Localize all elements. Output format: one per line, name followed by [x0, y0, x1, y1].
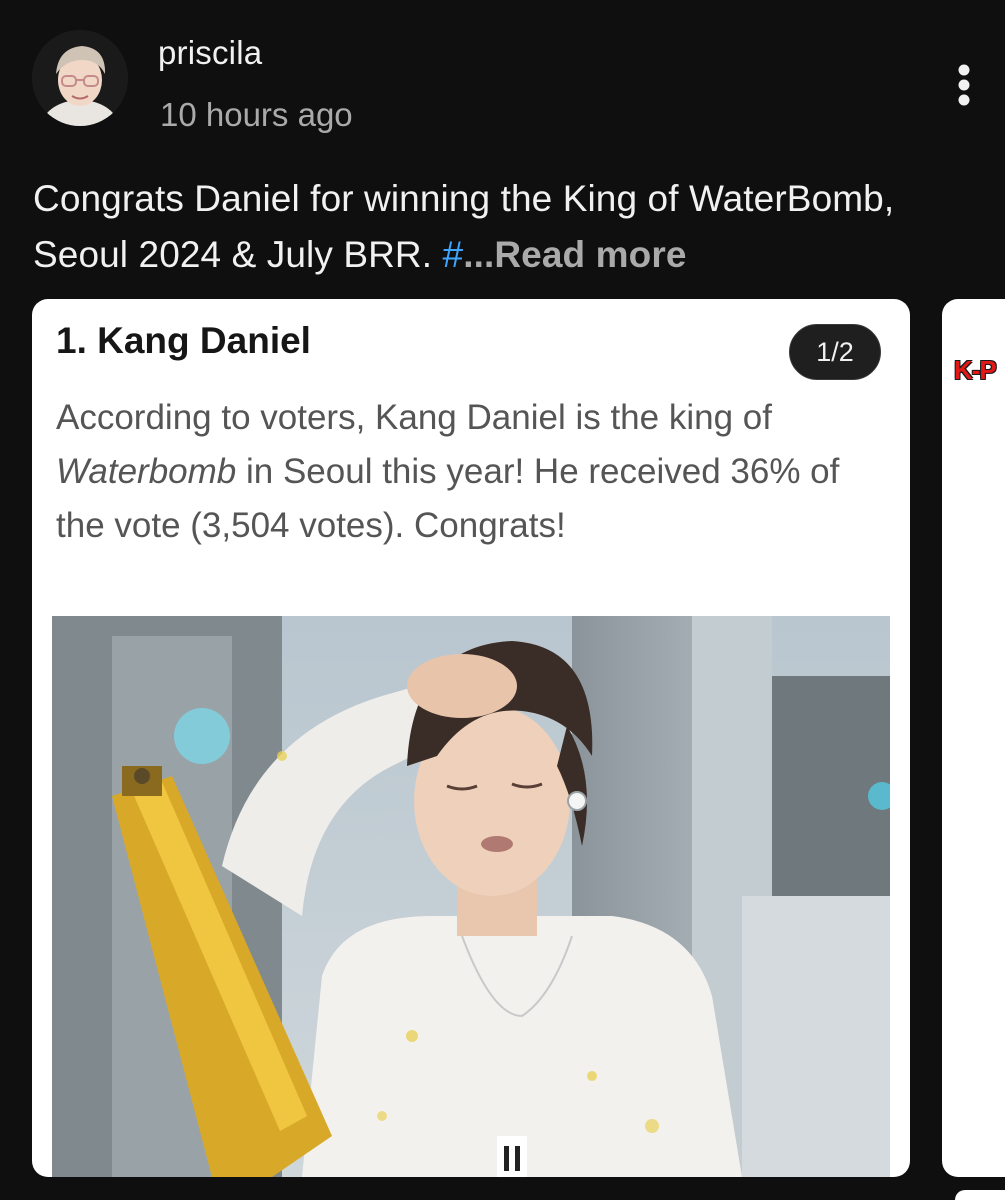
more-options-button[interactable] — [944, 60, 984, 120]
carousel-card[interactable]: 1. Kang Daniel 1/2 According to voters, … — [32, 299, 910, 1177]
caption-hashtag[interactable]: # — [443, 234, 464, 275]
post-timestamp: 10 hours ago — [160, 96, 353, 133]
post-caption: Congrats Daniel for winning the King of … — [33, 171, 973, 283]
card-body-part-1: According to voters, Kang Daniel is the … — [56, 398, 772, 437]
author-name[interactable]: priscila — [158, 36, 262, 69]
card-title: 1. Kang Daniel — [56, 320, 311, 361]
card-body-italic: Waterbomb — [56, 452, 237, 491]
performer-photo-illustration — [52, 616, 890, 1177]
avatar-image — [32, 30, 128, 126]
author-avatar[interactable] — [32, 30, 128, 126]
next-carousel-card[interactable]: K-P — [942, 299, 1005, 1177]
card-body-text: According to voters, Kang Daniel is the … — [56, 391, 886, 553]
more-vertical-icon — [958, 64, 970, 106]
community-post: priscila 10 hours ago Congrats Daniel fo… — [0, 0, 1005, 1200]
page-indicator-badge: 1/2 — [789, 324, 881, 380]
read-more-link[interactable]: ...Read more — [463, 234, 686, 275]
next-card-logo: K-P — [954, 355, 997, 385]
performer-photo — [52, 616, 890, 1177]
bottom-element — [955, 1190, 1005, 1200]
